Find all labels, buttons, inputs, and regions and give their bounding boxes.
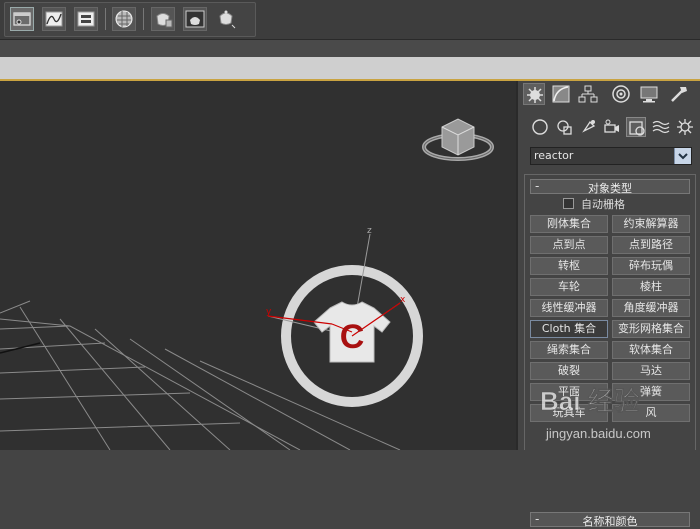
viewport-title-bar <box>0 57 700 81</box>
object-type-button[interactable]: 棱柱 <box>612 278 690 296</box>
object-type-button[interactable]: Cloth 集合 <box>530 320 608 338</box>
object-type-button[interactable]: 约束解算器 <box>612 215 690 233</box>
object-type-button[interactable]: 弹簧 <box>612 383 690 401</box>
quick-render-icon[interactable] <box>215 7 239 31</box>
y-axis-label: y <box>266 307 272 317</box>
view-cube <box>422 118 494 161</box>
auto-grid-label: 自动栅格 <box>581 198 625 211</box>
layer-manager-icon[interactable] <box>10 7 34 31</box>
category-dropdown[interactable]: reactor <box>530 147 692 165</box>
object-type-button[interactable]: 点到路径 <box>612 236 690 254</box>
helpers-subtab-icon[interactable] <box>626 117 646 137</box>
geometry-subtab-icon[interactable] <box>530 117 550 137</box>
object-type-button[interactable]: 软体集合 <box>612 341 690 359</box>
name-color-title: 名称和颜色 <box>582 515 638 528</box>
cameras-subtab-icon[interactable] <box>602 117 622 137</box>
x-axis-label: x <box>400 295 406 305</box>
material-editor-icon[interactable] <box>112 7 136 31</box>
object-type-button[interactable]: 马达 <box>612 362 690 380</box>
cloth-helper-letter: C <box>340 318 365 356</box>
toolbar-group <box>4 2 256 37</box>
object-type-button[interactable]: 玩具车 <box>530 404 608 422</box>
object-type-button[interactable]: 平面 <box>530 383 608 401</box>
display-tab-icon[interactable] <box>638 83 660 105</box>
toolbar-strip <box>0 40 700 57</box>
object-type-button[interactable]: 线性缓冲器 <box>530 299 608 317</box>
z-axis-label: z <box>367 226 372 236</box>
object-type-button[interactable]: 碎布玩偶 <box>612 257 690 275</box>
create-tab-icon[interactable] <box>523 83 545 105</box>
perspective-viewport[interactable]: y x z C <box>0 81 516 450</box>
shapes-subtab-icon[interactable] <box>555 117 575 137</box>
utilities-tab-icon[interactable] <box>668 83 690 105</box>
modify-tab-icon[interactable] <box>550 83 572 105</box>
object-type-title: 对象类型 <box>588 182 632 195</box>
motion-tab-icon[interactable] <box>610 83 632 105</box>
cloth-collection-helper: y x z C <box>266 226 423 407</box>
lights-subtab-icon[interactable] <box>580 117 600 137</box>
object-type-button[interactable]: 角度缓冲器 <box>612 299 690 317</box>
hierarchy-tab-icon[interactable] <box>577 83 599 105</box>
chevron-down-icon[interactable] <box>674 148 691 164</box>
object-type-button[interactable]: 车轮 <box>530 278 608 296</box>
object-type-button[interactable]: 刚体集合 <box>530 215 608 233</box>
systems-subtab-icon[interactable] <box>675 117 695 137</box>
render-setup-icon[interactable] <box>151 7 175 31</box>
object-type-button[interactable]: 风 <box>612 404 690 422</box>
object-type-button[interactable]: 绳索集合 <box>530 341 608 359</box>
schematic-view-icon[interactable] <box>74 7 98 31</box>
object-type-button[interactable]: 变形网格集合 <box>612 320 690 338</box>
rendered-frame-icon[interactable] <box>183 7 207 31</box>
command-panel: reactor - 对象类型 自动栅格 刚体集合 约束解算器 点到点 点到路径 转枢 碎布… <box>516 81 700 528</box>
auto-grid-checkbox-box[interactable] <box>563 198 574 209</box>
category-dropdown-value: reactor <box>534 149 574 162</box>
object-type-button[interactable]: 转枢 <box>530 257 608 275</box>
object-type-rollout: - 对象类型 自动栅格 刚体集合 约束解算器 点到点 点到路径 转枢 碎布玩偶 车轮 棱柱 线性… <box>524 174 696 528</box>
object-type-button[interactable]: 破裂 <box>530 362 608 380</box>
space-warps-subtab-icon[interactable] <box>651 117 671 137</box>
object-type-button[interactable]: 点到点 <box>530 236 608 254</box>
main-toolbar <box>0 0 700 40</box>
object-type-rollout-header[interactable]: - 对象类型 <box>530 179 690 195</box>
curve-editor-icon[interactable] <box>42 7 66 31</box>
name-color-rollout-header[interactable]: - 名称和颜色 <box>530 512 690 528</box>
